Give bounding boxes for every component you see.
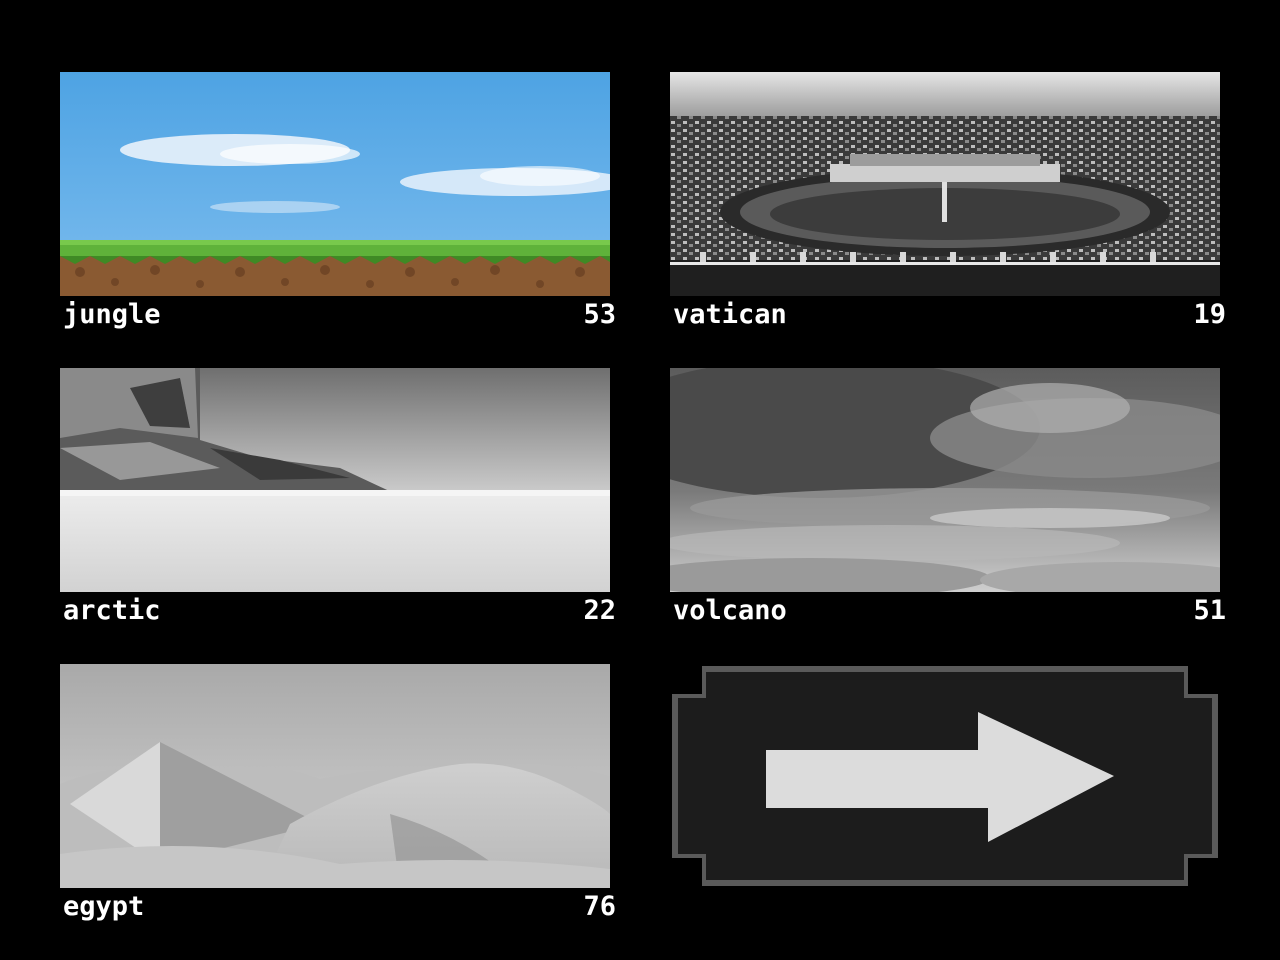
level-tile-arctic[interactable] (60, 368, 610, 592)
level-tile-volcano[interactable] (670, 368, 1220, 592)
level-label-egypt: egypt 76 (60, 888, 616, 924)
level-name: volcano (673, 594, 787, 626)
level-label-arctic: arctic 22 (60, 592, 616, 628)
level-count: 51 (1193, 594, 1226, 626)
level-tile-egypt[interactable] (60, 664, 610, 888)
vatican-thumbnail (670, 72, 1220, 296)
next-page-button[interactable] (670, 664, 1220, 888)
arrow-right-icon (670, 664, 1220, 888)
level-select-screen: jungle 53 vatican 19 arctic 22 volcano 5… (0, 0, 1280, 960)
level-name: arctic (63, 594, 161, 626)
level-count: 53 (583, 298, 616, 330)
level-label-vatican: vatican 19 (670, 296, 1226, 332)
level-tile-vatican[interactable] (670, 72, 1220, 296)
level-count: 19 (1193, 298, 1226, 330)
level-name: vatican (673, 298, 787, 330)
level-count: 22 (583, 594, 616, 626)
level-label-jungle: jungle 53 (60, 296, 616, 332)
level-name: egypt (63, 890, 145, 922)
level-tile-jungle[interactable] (60, 72, 610, 296)
level-name: jungle (63, 298, 161, 330)
volcano-thumbnail (670, 368, 1220, 592)
jungle-thumbnail (60, 72, 610, 296)
level-label-volcano: volcano 51 (670, 592, 1226, 628)
level-count: 76 (583, 890, 616, 922)
arctic-thumbnail (60, 368, 610, 592)
egypt-thumbnail (60, 664, 610, 888)
